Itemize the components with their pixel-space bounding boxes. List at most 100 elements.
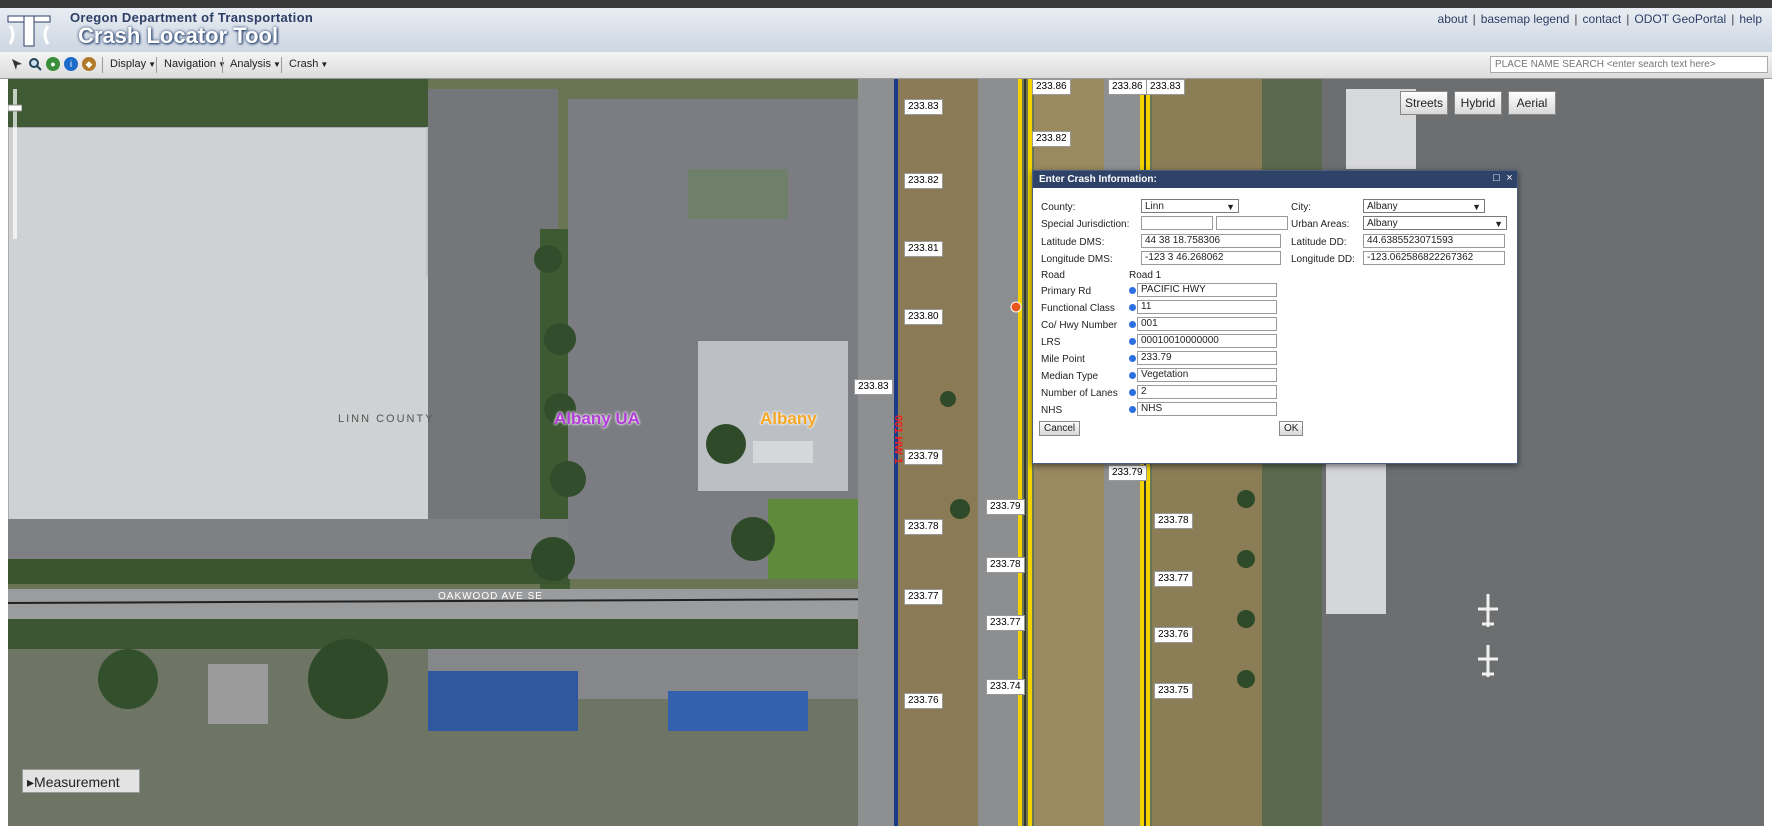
city-value: Albany [1367, 201, 1398, 212]
median-type-radio[interactable] [1129, 372, 1136, 379]
milepoint-label[interactable]: 233.82 [1032, 131, 1071, 147]
road1-header-label: Road 1 [1129, 270, 1162, 281]
street-label: OAKWOOD AVE SE [438, 591, 543, 602]
functional-class-label: Functional Class [1041, 303, 1115, 314]
latitude-dd-label: Latitude DD: [1291, 237, 1347, 248]
toolbar-separator [102, 57, 103, 73]
contact-link[interactable]: contact [1583, 12, 1622, 26]
help-link[interactable]: help [1739, 12, 1762, 26]
hwy-number-radio[interactable] [1129, 321, 1136, 328]
functional-class-radio[interactable] [1129, 304, 1136, 311]
about-link[interactable]: about [1438, 12, 1468, 26]
primary-rd-label: Primary Rd [1041, 286, 1092, 297]
top-strip [0, 0, 1772, 8]
hwy-number-field[interactable]: 001 [1137, 317, 1277, 331]
number-of-lanes-radio[interactable] [1129, 389, 1136, 396]
highway-label: 001 HW 1 [892, 415, 904, 464]
city-label: Albany [760, 409, 817, 428]
lrs-radio[interactable] [1129, 338, 1136, 345]
primary-rd-radio[interactable] [1129, 287, 1136, 294]
number-of-lanes-field[interactable]: 2 [1137, 385, 1277, 399]
mile-point-radio[interactable] [1129, 355, 1136, 362]
menu-crash[interactable]: Crash ▼ [289, 58, 328, 70]
maximize-icon[interactable]: □ [1491, 173, 1502, 184]
milepoint-label[interactable]: 233.79 [1108, 465, 1147, 481]
latitude-dms-field[interactable]: 44 38 18.758306 [1141, 234, 1281, 248]
longitude-dms-field[interactable]: -123 3 46.268062 [1141, 251, 1281, 265]
menu-analysis[interactable]: Analysis ▼ [230, 58, 281, 70]
app-title: Crash Locator Tool [78, 23, 279, 48]
place-search-input[interactable] [1490, 56, 1768, 73]
map-type-aerial-button[interactable]: Aerial [1508, 91, 1556, 115]
milepoint-label[interactable]: 233.82 [904, 173, 943, 189]
link-separator: | [1626, 12, 1630, 26]
milepoint-label[interactable]: 233.83 [854, 379, 893, 395]
special-jurisdiction-input-a[interactable] [1141, 216, 1213, 230]
link-separator: | [1472, 12, 1476, 26]
city-label: City: [1291, 202, 1311, 213]
milepoint-label[interactable]: 233.76 [1154, 627, 1193, 643]
menu-navigation[interactable]: Navigation▼ [164, 58, 226, 70]
basemap-legend-link[interactable]: basemap legend [1481, 12, 1570, 26]
identify-icon[interactable]: ◆ [82, 57, 96, 71]
chevron-down-icon: ▼ [1472, 202, 1481, 212]
toolbar-separator [281, 57, 282, 73]
milepoint-label[interactable]: 233.75 [1154, 683, 1193, 699]
milepoint-label[interactable]: 233.79 [986, 499, 1025, 515]
dialog-title: Enter Crash Information: [1033, 171, 1517, 188]
milepoint-label[interactable]: 233.74 [986, 679, 1025, 695]
pan-arrow-icon[interactable] [10, 57, 24, 71]
milepoint-label[interactable]: 233.78 [904, 519, 943, 535]
menu-display-label: Display [110, 58, 147, 70]
lrs-label: LRS [1041, 337, 1061, 348]
longitude-dd-field[interactable]: -123.062586822267362 [1363, 251, 1505, 265]
map-type-streets-button[interactable]: Streets [1400, 91, 1448, 115]
milepoint-label[interactable]: 233.80 [904, 309, 943, 325]
milepoint-label[interactable]: 233.86 [1108, 79, 1147, 95]
measurement-toggle[interactable]: ▸Measurement [22, 769, 140, 793]
expand-arrow-icon: ▸ [27, 774, 35, 790]
latitude-dd-field[interactable]: 44.6385523071593 [1363, 234, 1505, 248]
milepoint-label[interactable]: 233.81 [904, 241, 943, 257]
milepoint-label[interactable]: 233.79 [904, 449, 943, 465]
primary-rd-field[interactable]: PACIFIC HWY [1137, 283, 1277, 297]
close-icon[interactable]: × [1504, 173, 1515, 184]
milepoint-label[interactable]: 233.83 [1146, 79, 1185, 95]
nhs-field[interactable]: NHS [1137, 402, 1277, 416]
top-links: about | basemap legend | contact | ODOT GeoPor… [1438, 12, 1762, 26]
milepoint-label[interactable]: 233.77 [986, 615, 1025, 631]
crash-info-dialog: Enter Crash Information: □ × County: Lin… [1032, 170, 1518, 464]
menu-display[interactable]: Display ▼ [110, 58, 156, 70]
urban-areas-select[interactable]: Albany ▼ [1363, 216, 1507, 230]
hwy-number-label: Co/ Hwy Number [1041, 320, 1118, 331]
milepoint-label[interactable]: 233.76 [904, 693, 943, 709]
milepoint-label[interactable]: 233.77 [1154, 571, 1193, 587]
special-jurisdiction-input-b[interactable] [1216, 216, 1288, 230]
info-icon[interactable]: i [64, 57, 78, 71]
zoom-slider[interactable] [8, 79, 22, 239]
city-select[interactable]: Albany ▼ [1363, 199, 1485, 213]
map-type-hybrid-button[interactable]: Hybrid [1454, 91, 1502, 115]
milepoint-label[interactable]: 233.83 [904, 99, 943, 115]
county-select[interactable]: Linn ▼ [1141, 199, 1239, 213]
county-label: County: [1041, 202, 1076, 213]
functional-class-field[interactable]: 11 [1137, 300, 1277, 314]
milepoint-label[interactable]: 233.86 [1032, 79, 1071, 95]
lrs-field[interactable]: 00010010000000 [1137, 334, 1277, 348]
nhs-radio[interactable] [1129, 406, 1136, 413]
caret-down-icon: ▼ [272, 60, 281, 69]
cancel-button[interactable]: Cancel [1039, 421, 1081, 436]
milepoint-label[interactable]: 233.78 [1154, 513, 1193, 529]
county-value: Linn [1145, 201, 1164, 212]
chevron-down-icon: ▼ [1494, 219, 1503, 229]
mile-point-field[interactable]: 233.79 [1137, 351, 1277, 365]
globe-icon[interactable]: ● [46, 57, 60, 71]
zoom-magnifier-icon[interactable] [28, 57, 42, 71]
milepoint-label[interactable]: 233.77 [904, 589, 943, 605]
longitude-dms-label: Longitude DMS: [1041, 254, 1113, 265]
geoportal-link[interactable]: ODOT GeoPortal [1634, 12, 1726, 26]
caret-down-icon: ▼ [320, 60, 329, 69]
milepoint-label[interactable]: 233.78 [986, 557, 1025, 573]
median-type-field[interactable]: Vegetation [1137, 368, 1277, 382]
ok-button[interactable]: OK [1279, 421, 1304, 436]
